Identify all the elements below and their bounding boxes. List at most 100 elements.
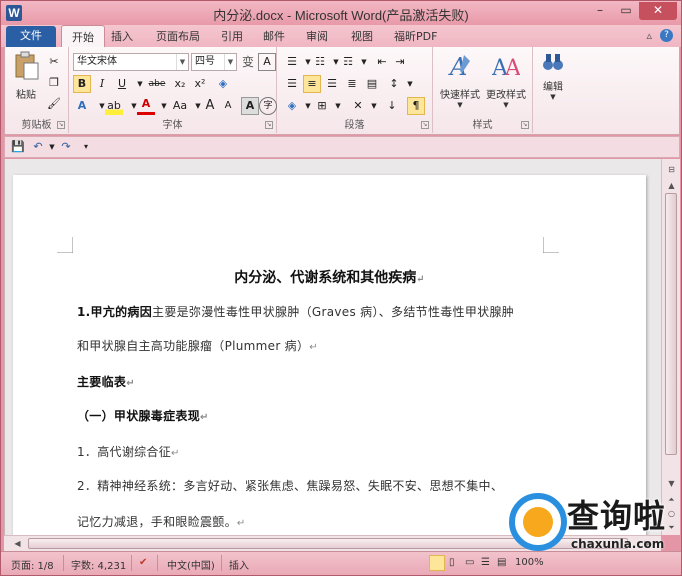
font-family-select[interactable]: 华文宋体 ▼	[73, 53, 189, 71]
change-styles-button[interactable]: A A 更改样式 ▼	[483, 51, 529, 109]
paste-icon	[15, 51, 39, 80]
character-border-icon[interactable]: A	[258, 53, 276, 71]
tab-references[interactable]: 引用	[221, 28, 243, 44]
maximize-button[interactable]: ▭	[613, 2, 639, 20]
bold-button[interactable]: B	[73, 75, 91, 93]
cut-icon[interactable]: ✂	[45, 53, 63, 71]
highlight-icon[interactable]: ab	[105, 97, 123, 115]
text-effects-icon[interactable]: A	[73, 97, 91, 115]
scroll-left-icon[interactable]: ◀	[10, 537, 25, 551]
sort-icon[interactable]: ↓	[383, 97, 401, 115]
increase-indent-icon[interactable]: ⇥	[391, 53, 409, 71]
shrink-font-button[interactable]: A	[219, 97, 237, 115]
crop-mark-top-left	[57, 237, 73, 253]
phonetic-guide-icon[interactable]: 变	[239, 53, 257, 71]
close-button[interactable]: ✕	[639, 2, 677, 20]
font-size-value: 四号	[195, 56, 215, 67]
vertical-scroll-thumb[interactable]	[665, 193, 677, 455]
divider	[131, 555, 132, 571]
character-shading-icon[interactable]: A	[241, 97, 259, 115]
paragraph-2: 和甲状腺自主高功能腺瘤（Plummer 病）↵	[77, 337, 318, 354]
watermark-text: 查询啦	[567, 497, 667, 535]
outline-icon[interactable]: ☰	[481, 557, 490, 568]
list-item-text: 1．高代谢综合征	[77, 445, 172, 459]
enclose-characters-icon[interactable]: 字	[259, 97, 277, 115]
chevron-down-icon: ▼	[176, 54, 188, 70]
superscript-button[interactable]: x²	[191, 75, 209, 93]
save-icon[interactable]: 💾	[9, 138, 27, 156]
tab-foxit-pdf[interactable]: 福昕PDF	[394, 28, 437, 44]
show-marks-icon[interactable]: ¶	[407, 97, 425, 115]
customize-toolbar-icon[interactable]: ▾	[77, 138, 95, 156]
underline-button[interactable]: U	[113, 75, 131, 93]
document-heading: 内分泌、代谢系统和其他疾病↵	[13, 267, 646, 287]
word-count[interactable]: 字数: 4,231	[71, 557, 126, 572]
paragraph-1: 1.甲亢的病因主要是弥漫性毒性甲状腺肿（Graves 病）、多结节性毒性甲状腺肿	[77, 303, 514, 320]
minimize-button[interactable]: –	[587, 2, 613, 20]
distributed-icon[interactable]: ▤	[363, 75, 381, 93]
vertical-scrollbar[interactable]: ⊟ ▲ ▼ ⏶ ○ ⏷	[661, 159, 680, 535]
quick-styles-button[interactable]: A 快速样式 ▼	[437, 51, 483, 109]
font-size-select[interactable]: 四号 ▼	[191, 53, 237, 71]
align-right-icon[interactable]: ☰	[323, 75, 341, 93]
borders-dropdown-icon[interactable]: ▼	[329, 97, 347, 115]
section-heading: 主要临表↵	[77, 373, 135, 390]
language-indicator[interactable]: 中文(中国)	[167, 557, 215, 572]
multilevel-dropdown-icon[interactable]: ▼	[355, 53, 373, 71]
tab-home[interactable]: 开始	[61, 25, 105, 48]
align-center-icon[interactable]: ≡	[303, 75, 321, 93]
list-item-continuation: 记忆力减退，手和眼睑震颤。↵	[77, 513, 246, 530]
format-painter-icon[interactable]: 🖌	[45, 95, 63, 113]
clipboard-launcher-icon[interactable]: ↘	[57, 121, 65, 129]
list-item: 1．高代谢综合征↵	[77, 443, 180, 460]
print-layout-icon[interactable]	[429, 555, 445, 571]
copy-icon[interactable]: ❐	[45, 74, 63, 92]
scroll-up-icon[interactable]: ▲	[664, 179, 679, 193]
list-item: 2．精神神经系统：多言好动、紧张焦虑、焦躁易怒、失眠不安、思想不集中、	[77, 477, 503, 494]
proofing-icon[interactable]: ✔	[139, 557, 147, 568]
group-font: 华文宋体 ▼ 四号 ▼ 变 A B I U ▼ abe x₂ x² ◈ A ▼ …	[69, 47, 277, 133]
web-layout-icon[interactable]: ▭	[465, 557, 474, 568]
paragraph-2-text: 和甲状腺自主高功能腺瘤（Plummer 病）	[77, 339, 310, 353]
tab-insert[interactable]: 插入	[111, 28, 133, 44]
document-area: 内分泌、代谢系统和其他疾病↵ 1.甲亢的病因主要是弥漫性毒性甲状腺肿（Grave…	[4, 159, 661, 545]
redo-icon[interactable]: ↷	[57, 138, 75, 156]
chinese-layout-dropdown-icon[interactable]: ▼	[365, 97, 383, 115]
tab-page-layout[interactable]: 页面布局	[156, 28, 200, 44]
binoculars-icon	[543, 54, 563, 70]
italic-button[interactable]: I	[93, 75, 111, 93]
window-controls: – ▭ ✕	[587, 2, 677, 20]
full-screen-reading-icon[interactable]: ▯	[449, 557, 455, 568]
font-launcher-icon[interactable]: ↘	[265, 121, 273, 129]
tab-review[interactable]: 审阅	[306, 28, 328, 44]
watermark: 查询啦 chaxunla.com	[509, 489, 677, 559]
grow-font-button[interactable]: A	[201, 97, 219, 115]
align-left-icon[interactable]: ☰	[283, 75, 301, 93]
draft-icon[interactable]: ▤	[497, 557, 506, 568]
svg-text:A: A	[504, 56, 520, 81]
justify-icon[interactable]: ≣	[343, 75, 361, 93]
tab-file[interactable]: 文件	[6, 26, 56, 47]
help-icon[interactable]: ?	[660, 29, 673, 42]
clear-formatting-icon[interactable]: ◈	[214, 75, 232, 93]
line-spacing-dropdown-icon[interactable]: ▼	[401, 75, 419, 93]
styles-launcher-icon[interactable]: ↘	[521, 121, 529, 129]
change-case-button[interactable]: Aa	[169, 97, 191, 115]
strikethrough-button[interactable]: abe	[145, 75, 169, 93]
paragraph-launcher-icon[interactable]: ↘	[421, 121, 429, 129]
divider	[63, 555, 64, 571]
editing-button[interactable]: 编辑 ▼	[537, 51, 569, 101]
paragraph-mark: ↵	[200, 412, 209, 423]
paste-button[interactable]: 粘贴	[11, 51, 41, 101]
page-count[interactable]: 页面: 1/8	[11, 557, 54, 572]
decrease-indent-icon[interactable]: ⇤	[373, 53, 391, 71]
ruler-toggle-icon[interactable]: ⊟	[664, 163, 679, 177]
insert-mode[interactable]: 插入	[229, 557, 249, 572]
font-color-icon[interactable]: A	[137, 97, 155, 115]
subscript-button[interactable]: x₂	[171, 75, 189, 93]
minimize-ribbon-icon[interactable]: ▵	[646, 29, 652, 42]
tab-mailings[interactable]: 邮件	[263, 28, 285, 44]
paragraph-mark: ↵	[416, 274, 425, 285]
list-item-text: 2．精神神经系统：多言好动、紧张焦虑、焦躁易怒、失眠不安、思想不集中、	[77, 479, 504, 493]
tab-view[interactable]: 视图	[351, 28, 373, 44]
